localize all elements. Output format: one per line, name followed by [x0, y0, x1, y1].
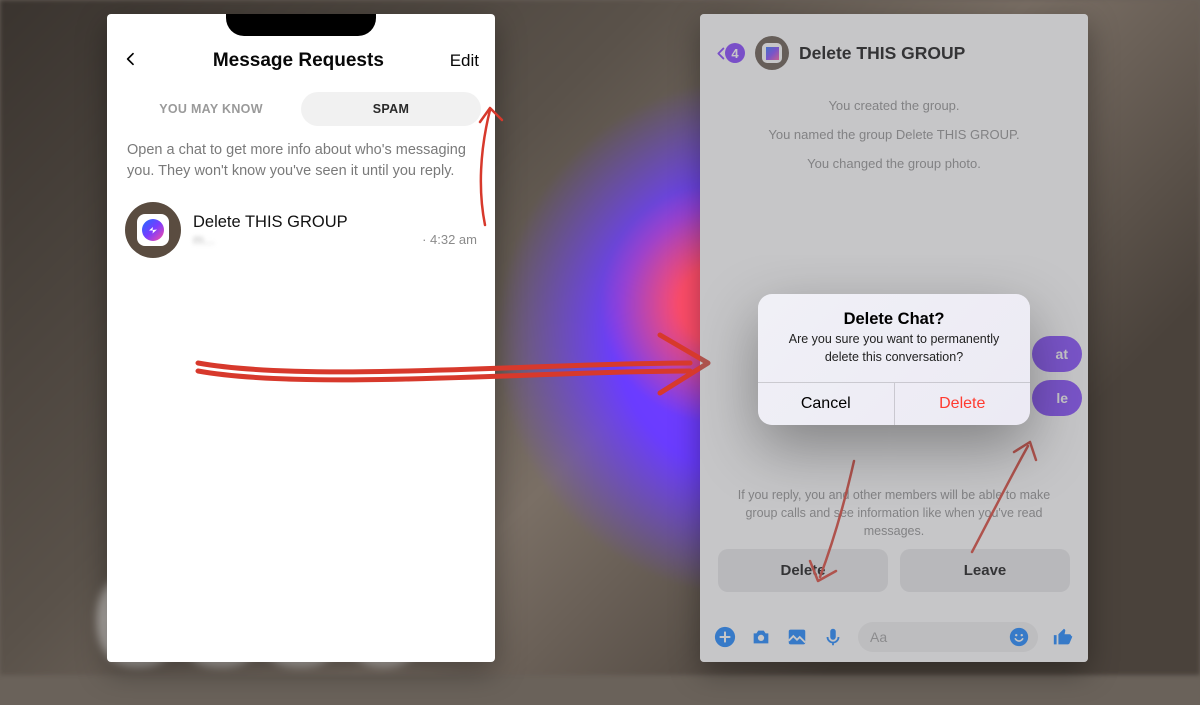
alert-cancel-button[interactable]: Cancel	[758, 383, 895, 425]
plus-circle-icon	[714, 626, 736, 648]
leave-button[interactable]: Leave	[900, 549, 1070, 592]
camera-icon	[750, 626, 772, 648]
helper-text: Open a chat to get more info about who's…	[107, 126, 495, 192]
chat-row[interactable]: Delete THIS GROUP m... · 4:32 am	[107, 192, 495, 268]
like-button[interactable]	[1052, 626, 1074, 648]
placeholder: Aa	[870, 629, 887, 645]
add-button[interactable]	[714, 626, 736, 648]
smile-icon	[1008, 626, 1030, 648]
image-icon	[786, 626, 808, 648]
sys-line: You named the group Delete THIS GROUP.	[720, 127, 1068, 142]
back-button[interactable]: 4	[714, 43, 745, 63]
thumbs-up-icon	[1052, 626, 1074, 648]
delete-button[interactable]: Delete	[718, 549, 888, 592]
chevron-left-icon	[123, 51, 139, 67]
tab-you-may-know[interactable]: YOU MAY KNOW	[121, 92, 301, 126]
tab-spam[interactable]: SPAM	[301, 92, 481, 126]
delete-leave-buttons: Delete Leave	[700, 549, 1088, 592]
back-button[interactable]	[123, 51, 147, 72]
unread-badge: 4	[725, 43, 745, 63]
chat-time: · 4:32 am	[422, 232, 477, 247]
mic-icon	[822, 626, 844, 648]
partial-action-pills: at le	[1032, 336, 1082, 416]
chat-snippet: m...	[193, 232, 416, 247]
sys-line: You created the group.	[720, 98, 1068, 113]
alert-delete-button[interactable]: Delete	[895, 383, 1031, 425]
page-title: Message Requests	[213, 50, 384, 72]
avatar	[125, 202, 181, 258]
phone-message-requests: Message Requests Edit YOU MAY KNOW SPAM …	[107, 14, 495, 662]
avatar[interactable]	[755, 36, 789, 70]
message-input[interactable]: Aa	[858, 622, 1038, 652]
header: 4 Delete THIS GROUP	[700, 14, 1088, 80]
edit-button[interactable]: Edit	[450, 51, 479, 71]
delete-chat-alert: Delete Chat? Are you sure you want to pe…	[758, 294, 1030, 425]
pill[interactable]: at	[1032, 336, 1082, 372]
header: Message Requests Edit	[107, 32, 495, 80]
system-messages: You created the group. You named the gro…	[700, 80, 1088, 171]
emoji-button[interactable]	[1008, 626, 1030, 648]
pill[interactable]: le	[1032, 380, 1082, 416]
alert-message: Are you sure you want to permanently del…	[758, 331, 1030, 382]
tabs: YOU MAY KNOW SPAM	[107, 88, 495, 126]
composer: Aa	[700, 622, 1088, 652]
device-notch	[226, 14, 376, 36]
camera-button[interactable]	[750, 626, 772, 648]
mic-button[interactable]	[822, 626, 844, 648]
sys-line: You changed the group photo.	[720, 156, 1068, 171]
page-title: Delete THIS GROUP	[799, 43, 965, 64]
phone-conversation: 4 Delete THIS GROUP You created the grou…	[700, 14, 1088, 662]
chat-title: Delete THIS GROUP	[193, 213, 477, 232]
chat-meta: Delete THIS GROUP m... · 4:32 am	[193, 213, 477, 247]
gallery-button[interactable]	[786, 626, 808, 648]
alert-title: Delete Chat?	[758, 294, 1030, 331]
reply-note: If you reply, you and other members will…	[700, 486, 1088, 540]
